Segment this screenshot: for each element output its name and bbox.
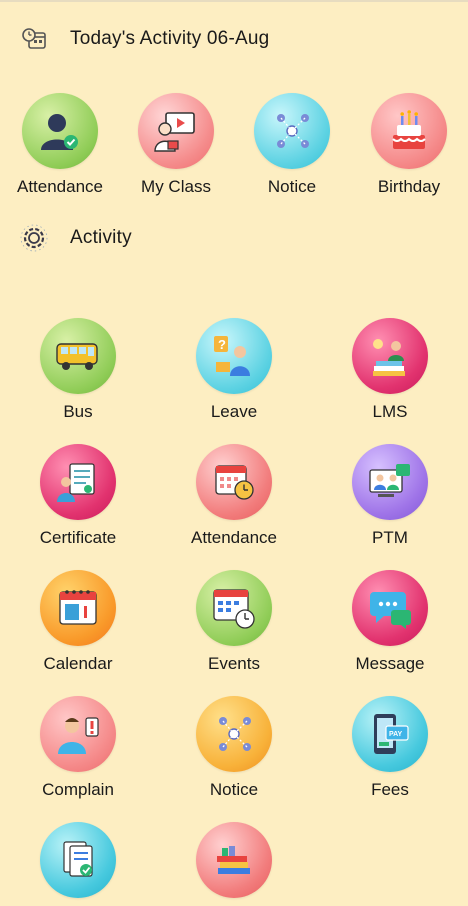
- activity-label: Attendance: [190, 528, 277, 547]
- activity-tile-lms[interactable]: LMS: [330, 318, 450, 422]
- calendar-clock-icon: [196, 444, 272, 520]
- activity-label: Fees: [371, 780, 409, 799]
- top-divider: [0, 0, 468, 2]
- activity-tile-leave[interactable]: ? Leave: [174, 318, 294, 422]
- document-check-icon: [40, 822, 116, 898]
- activity-tile-library[interactable]: [174, 822, 294, 906]
- todays-activity-title: Today's Activity 06-Aug: [70, 28, 270, 49]
- activity-label: Complain: [42, 780, 114, 799]
- activity-label: LMS: [372, 402, 408, 421]
- events-calendar-icon: [196, 570, 272, 646]
- teacher-screen-icon: [138, 93, 214, 169]
- attendance-user-check-icon: [22, 93, 98, 169]
- network-notice-icon: [254, 93, 330, 169]
- today-label: Birthday: [377, 177, 441, 196]
- today-tile-attendance[interactable]: Attendance: [0, 93, 120, 197]
- activity-tile-calendar[interactable]: Calendar: [18, 570, 138, 674]
- gear-icon: [18, 222, 50, 254]
- activity-label: Bus: [63, 402, 93, 421]
- school-bus-icon: [40, 318, 116, 394]
- activity-label: Calendar: [43, 654, 113, 673]
- complain-person-icon: [40, 696, 116, 772]
- birthday-cake-icon: [371, 93, 447, 169]
- activity-tile-attendance[interactable]: Attendance: [174, 444, 294, 548]
- today-tile-notice[interactable]: Notice: [232, 93, 352, 197]
- svg-text:PAY: PAY: [389, 731, 403, 738]
- video-meeting-icon: [352, 444, 428, 520]
- activity-header: Activity: [18, 221, 132, 255]
- question-person-icon: ?: [196, 318, 272, 394]
- today-label: Notice: [267, 177, 317, 196]
- reading-books-icon: [352, 318, 428, 394]
- activity-label: Events: [208, 654, 260, 673]
- network-notice-icon: [196, 696, 272, 772]
- activity-label: Certificate: [39, 528, 117, 547]
- svg-text:?: ?: [218, 337, 226, 352]
- activity-tile-bus[interactable]: Bus: [18, 318, 138, 422]
- today-tile-birthday[interactable]: Birthday: [349, 93, 468, 197]
- todays-activity-header: Today's Activity 06-Aug: [18, 22, 269, 56]
- activity-label: PTM: [372, 528, 408, 547]
- today-label: My Class: [141, 177, 211, 196]
- activity-title: Activity: [70, 227, 132, 248]
- activity-tile-document[interactable]: [18, 822, 138, 906]
- activity-label: Notice: [209, 780, 259, 799]
- activity-tile-complain[interactable]: Complain: [18, 696, 138, 800]
- activity-tile-fees[interactable]: PAY Fees: [330, 696, 450, 800]
- today-label: Attendance: [16, 177, 103, 196]
- books-stack-icon: [196, 822, 272, 898]
- today-tile-my-class[interactable]: My Class: [116, 93, 236, 197]
- certificate-icon: [40, 444, 116, 520]
- activity-tile-events[interactable]: Events: [174, 570, 294, 674]
- activity-tile-notice[interactable]: Notice: [174, 696, 294, 800]
- activity-label: Leave: [210, 402, 258, 421]
- activity-tile-certificate[interactable]: Certificate: [18, 444, 138, 548]
- calendar-clock-icon: [18, 23, 50, 55]
- calendar-icon: [40, 570, 116, 646]
- activity-tile-message[interactable]: Message: [330, 570, 450, 674]
- activity-label: Message: [355, 654, 425, 673]
- activity-tile-ptm[interactable]: PTM: [330, 444, 450, 548]
- chat-bubble-icon: [352, 570, 428, 646]
- pay-phone-icon: PAY: [352, 696, 428, 772]
